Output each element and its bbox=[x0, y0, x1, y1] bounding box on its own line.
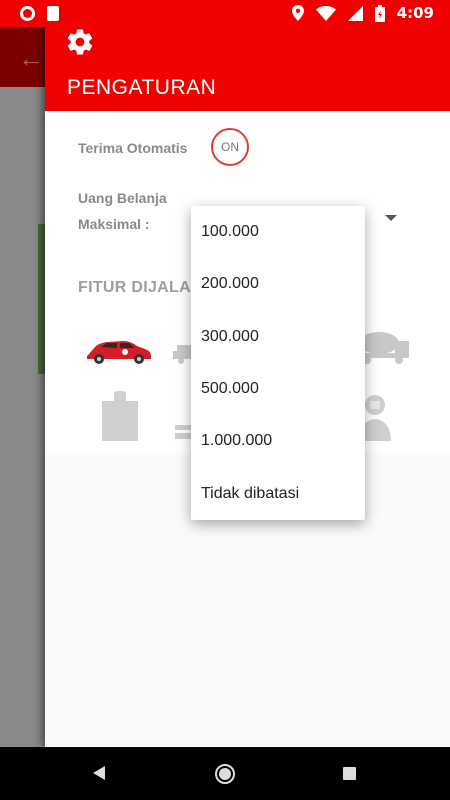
sd-card-icon bbox=[47, 6, 59, 21]
max-spend-label-line2: Maksimal : bbox=[78, 216, 150, 232]
nav-back-icon[interactable] bbox=[93, 766, 105, 780]
max-spend-dropdown: 100.000 200.000 300.000 500.000 1.000.00… bbox=[191, 206, 365, 520]
battery-icon bbox=[374, 4, 385, 22]
dropdown-option[interactable]: 500.000 bbox=[191, 363, 365, 415]
location-icon bbox=[291, 5, 304, 21]
car-icon[interactable] bbox=[85, 336, 153, 366]
dropdown-option[interactable]: 100.000 bbox=[191, 206, 365, 258]
dropdown-option[interactable]: 200.000 bbox=[191, 258, 365, 310]
back-arrow-icon: ← bbox=[18, 43, 44, 73]
nav-home-icon[interactable] bbox=[215, 764, 235, 784]
drawer-title: PENGATURAN bbox=[67, 76, 217, 99]
auto-accept-toggle[interactable]: ON bbox=[211, 128, 249, 166]
max-spend-label-line1: Uang Belanja bbox=[78, 190, 167, 206]
nav-recents-icon[interactable] bbox=[343, 767, 356, 780]
shopping-bag-icon[interactable] bbox=[100, 391, 140, 441]
auto-accept-label: Terima Otomatis bbox=[78, 140, 188, 156]
gear-icon[interactable] bbox=[65, 27, 95, 57]
navigation-bar bbox=[0, 747, 450, 800]
status-time: 4:09 bbox=[396, 4, 434, 22]
screen: ← 4:09 PENGATURAN Terima Otomatis ON Uan… bbox=[0, 0, 450, 800]
drawer-header: PENGATURAN bbox=[45, 27, 450, 111]
chevron-down-icon[interactable] bbox=[385, 215, 397, 221]
notification-icon bbox=[20, 6, 35, 21]
dropdown-option[interactable]: 300.000 bbox=[191, 311, 365, 363]
signal-icon bbox=[347, 5, 363, 21]
status-bar: 4:09 bbox=[0, 0, 450, 27]
wifi-icon bbox=[315, 5, 336, 21]
max-spend-label: Uang Belanja Maksimal : bbox=[78, 185, 198, 237]
dropdown-option[interactable]: Tidak dibatasi bbox=[191, 467, 365, 519]
dropdown-option[interactable]: 1.000.000 bbox=[191, 415, 365, 467]
